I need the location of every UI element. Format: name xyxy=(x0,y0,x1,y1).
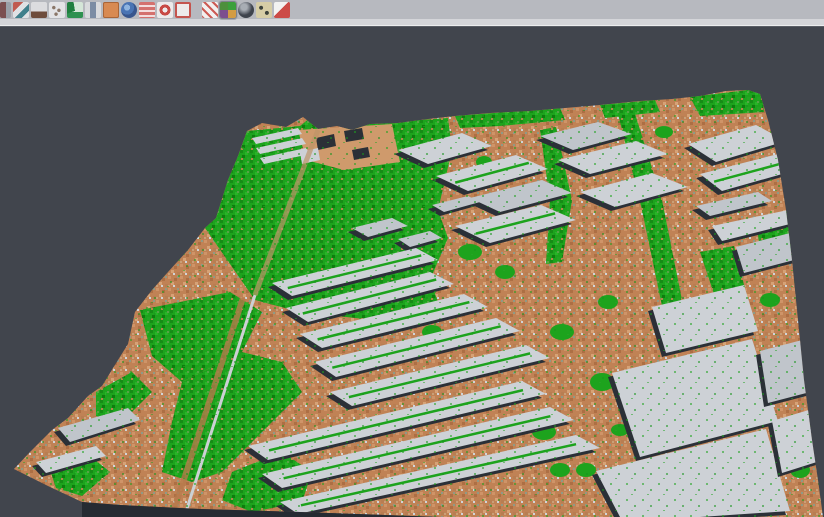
zoom-target-icon[interactable] xyxy=(157,2,173,18)
measure-markers-icon[interactable] xyxy=(256,2,272,18)
ortho-image-icon[interactable] xyxy=(103,2,119,18)
toolbar xyxy=(0,0,824,27)
viewport-3d[interactable] xyxy=(0,27,824,517)
viewport-canvas[interactable] xyxy=(0,27,824,517)
elevation-layers-icon[interactable] xyxy=(139,2,155,18)
shaded-sphere-icon[interactable] xyxy=(238,2,254,18)
profile-view-icon[interactable] xyxy=(85,2,101,18)
globe-3d-view-icon[interactable] xyxy=(121,2,137,18)
terrain-hillshade-icon[interactable] xyxy=(31,2,47,18)
terrain-color-icon[interactable] xyxy=(67,2,83,18)
toolbar-separator xyxy=(192,0,201,16)
document-icon[interactable] xyxy=(0,2,11,18)
application-window xyxy=(0,0,824,517)
pan-arrows-icon[interactable] xyxy=(13,2,29,18)
clip-region-icon[interactable] xyxy=(202,2,218,18)
flag-icon[interactable] xyxy=(274,2,290,18)
point-cloud-icon[interactable] xyxy=(49,2,65,18)
classification-colors-icon[interactable] xyxy=(220,2,236,18)
full-extent-icon[interactable] xyxy=(175,2,191,18)
